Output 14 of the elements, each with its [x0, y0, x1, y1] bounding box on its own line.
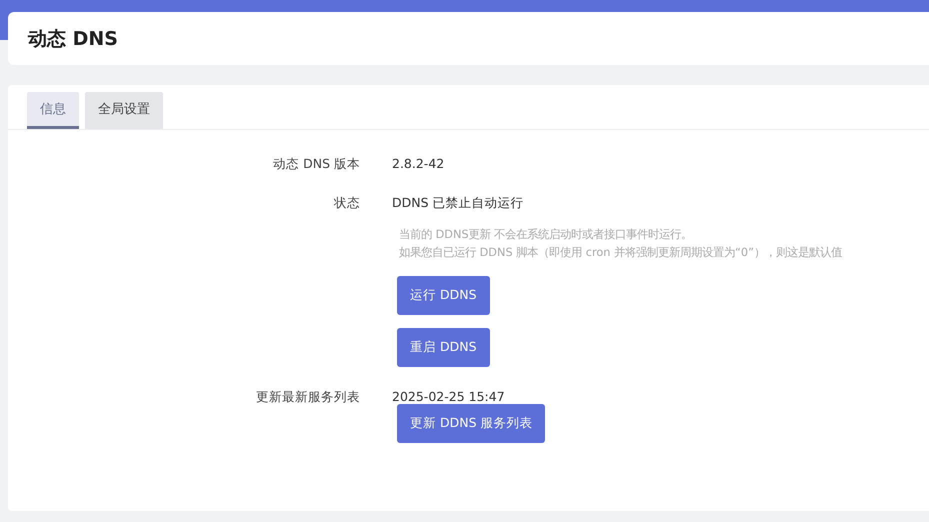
description-text: 当前的 DDNS更新 不会在系统启动时或者接口事件时运行。 — [399, 227, 694, 243]
page-title: 动态 DNS — [28, 26, 118, 52]
action-button[interactable]: 重启 DDNS — [397, 328, 490, 367]
field-label: 状态 — [332, 195, 360, 212]
action-button[interactable]: 运行 DDNS — [397, 276, 490, 315]
description-text: 如果您自已运行 DDNS 脚本（即使用 cron 并将强制更新周期设置为“0”），则这是默认值 — [399, 245, 842, 261]
action-button[interactable]: 更新 DDNS 服务列表 — [397, 404, 546, 443]
field-label: 动态 DNS 版本 — [272, 156, 360, 173]
field-value: 2.8.2-42 — [392, 156, 444, 171]
field-value: 2025-02-25 15:47 — [392, 389, 505, 404]
field-label: 更新最新服务列表 — [255, 389, 360, 406]
field-value: DDNS 已禁止自动运行 — [392, 195, 524, 212]
tab[interactable]: 全局设置 — [85, 92, 163, 129]
tab[interactable]: 信息 — [27, 92, 79, 129]
